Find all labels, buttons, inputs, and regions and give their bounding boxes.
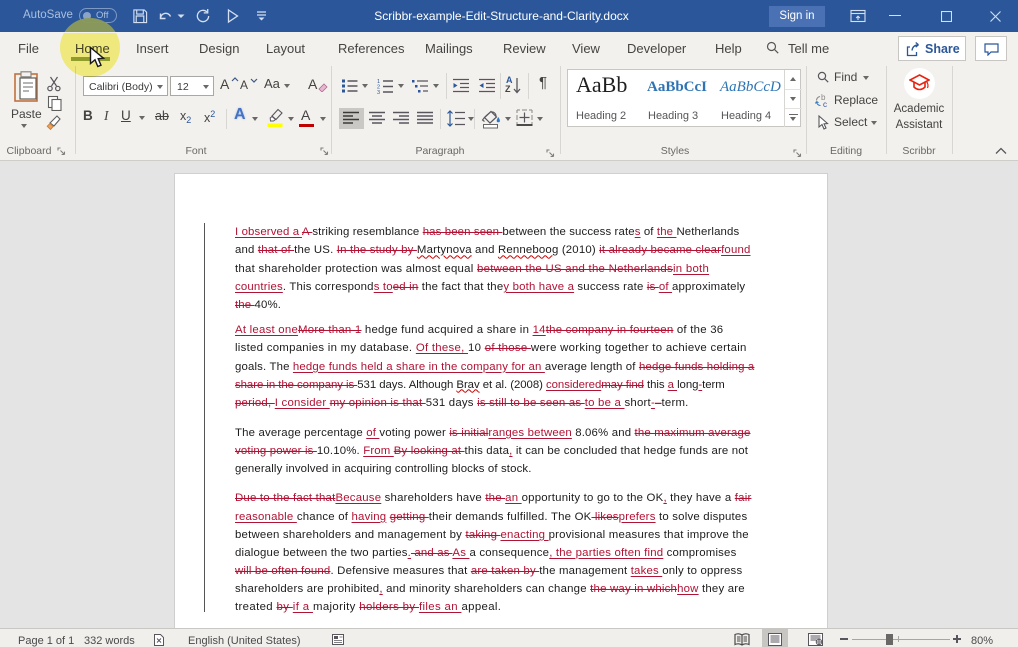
svg-text:3: 3 [377, 90, 380, 94]
